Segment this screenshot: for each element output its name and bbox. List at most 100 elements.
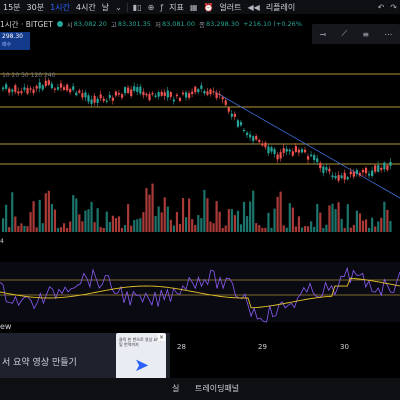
candle-body (349, 171, 352, 175)
timeframe-15m[interactable]: 15분 (0, 2, 24, 13)
volume-bar (212, 223, 215, 232)
timeframe-30m[interactable]: 30분 (24, 2, 48, 13)
indicators-button[interactable]: 지표 (166, 2, 187, 13)
candle-body (20, 91, 23, 94)
volume-bar (349, 227, 352, 232)
trading-panel-tab[interactable]: 트레이딩패널 (195, 383, 239, 394)
undo-icon[interactable]: ↶ (375, 3, 388, 12)
symbol-label[interactable]: 1시간 · BITGET (0, 19, 53, 30)
candle-body (337, 175, 340, 181)
candle-body (374, 165, 377, 172)
text-icon[interactable]: ⋯ (384, 30, 392, 39)
cursor-icon: ➤ (134, 355, 150, 376)
volume-bar (63, 223, 66, 232)
volume-bar (84, 210, 87, 232)
volume-bar (303, 226, 307, 232)
candle-body (148, 94, 151, 101)
volume-bar (26, 226, 29, 232)
candle-body (386, 165, 389, 170)
chevron-down-icon[interactable]: ⌄ (112, 3, 125, 12)
candle-body (291, 151, 294, 156)
candle-body (8, 88, 11, 93)
bottom-left-label[interactable]: 실 (172, 383, 179, 394)
timeframe-1h[interactable]: 1시간 (47, 2, 73, 13)
candle-body (230, 113, 233, 117)
volume-bar (371, 217, 374, 232)
volume-bar (175, 211, 179, 232)
indicators-icon[interactable]: ƒ (157, 3, 166, 12)
candle-body (267, 146, 270, 154)
candle-body (178, 97, 182, 101)
volume-bar (368, 227, 371, 232)
alert-button[interactable]: 얼러트 (216, 2, 244, 13)
horizontal-line-icon[interactable]: ⊸ (320, 30, 327, 39)
volume-bar (142, 212, 145, 232)
candle-body (81, 93, 84, 98)
candle-body (69, 88, 72, 93)
candle-body (252, 136, 255, 141)
ad-text[interactable]: 서 요약 영상 만들기 (2, 355, 77, 368)
candle-body (151, 93, 154, 95)
volume-bar (261, 227, 264, 232)
volume-bar (340, 218, 343, 232)
volume-bar (23, 225, 26, 232)
candle-body (206, 91, 209, 95)
volume-bar (178, 223, 182, 232)
volume-bar (2, 218, 5, 232)
ma-legend: 10 20 50 120 240 (2, 72, 56, 79)
volume-bar (124, 225, 127, 232)
candle-body (181, 92, 185, 95)
timeframe-4h[interactable]: 4시간 (73, 2, 99, 13)
candle-body (249, 134, 252, 138)
timeframe-day[interactable]: 날 (99, 2, 112, 13)
volume-bar (279, 191, 282, 232)
candle-body (191, 91, 194, 95)
volume-bar (358, 213, 362, 232)
candle-body (154, 95, 157, 97)
candle-body (322, 166, 325, 174)
candle-body (14, 85, 17, 92)
buy-price-chip[interactable]: 298.30 매수 (0, 32, 30, 50)
oscillator-label: 4 (0, 238, 4, 245)
candle-body (166, 90, 169, 98)
candle-body (227, 107, 230, 112)
trendline-icon[interactable]: ⟋ (342, 29, 348, 39)
x-tick: 28 (177, 343, 186, 351)
alert-icon[interactable]: ⏰ (200, 3, 216, 12)
redo-icon[interactable]: ↷ (387, 3, 400, 12)
fib-icon[interactable]: ≡ (362, 30, 369, 39)
close-icon[interactable]: × (158, 334, 165, 341)
volume-bar (157, 206, 160, 232)
templates-icon[interactable]: ▦ (187, 3, 201, 12)
volume-bar (364, 219, 368, 232)
volume-bar (20, 223, 23, 232)
candle-type-icon[interactable]: ▮▯ (130, 3, 145, 12)
open-value: 83,082.20 (73, 20, 107, 28)
candle-body (87, 95, 90, 102)
candle-body (294, 146, 297, 152)
candle-body (111, 97, 114, 101)
volume-bar (209, 221, 212, 232)
volume-bar (273, 208, 276, 232)
candle-body (124, 87, 127, 94)
volume-bar (383, 201, 386, 232)
volume-bar (288, 203, 291, 232)
candle-body (139, 86, 142, 94)
volume-bar (221, 227, 224, 232)
open-label: 시 (66, 21, 73, 29)
volume-bar (233, 215, 236, 232)
replay-button[interactable]: 리플레이 (263, 2, 298, 13)
volume-bar (276, 196, 279, 232)
candle-body (212, 91, 215, 93)
candle-body (279, 152, 282, 159)
compare-icon[interactable]: ⊕ (145, 3, 158, 12)
volume-bar (300, 227, 304, 232)
high-value: 83,301.35 (117, 20, 151, 28)
candle-body (377, 165, 380, 172)
replay-icon[interactable]: ◀◀ (245, 3, 263, 12)
candle-body (17, 91, 20, 94)
candle-body (47, 80, 50, 85)
candle-body (26, 88, 29, 94)
volume-bar (215, 201, 218, 232)
candle-body (163, 92, 166, 96)
